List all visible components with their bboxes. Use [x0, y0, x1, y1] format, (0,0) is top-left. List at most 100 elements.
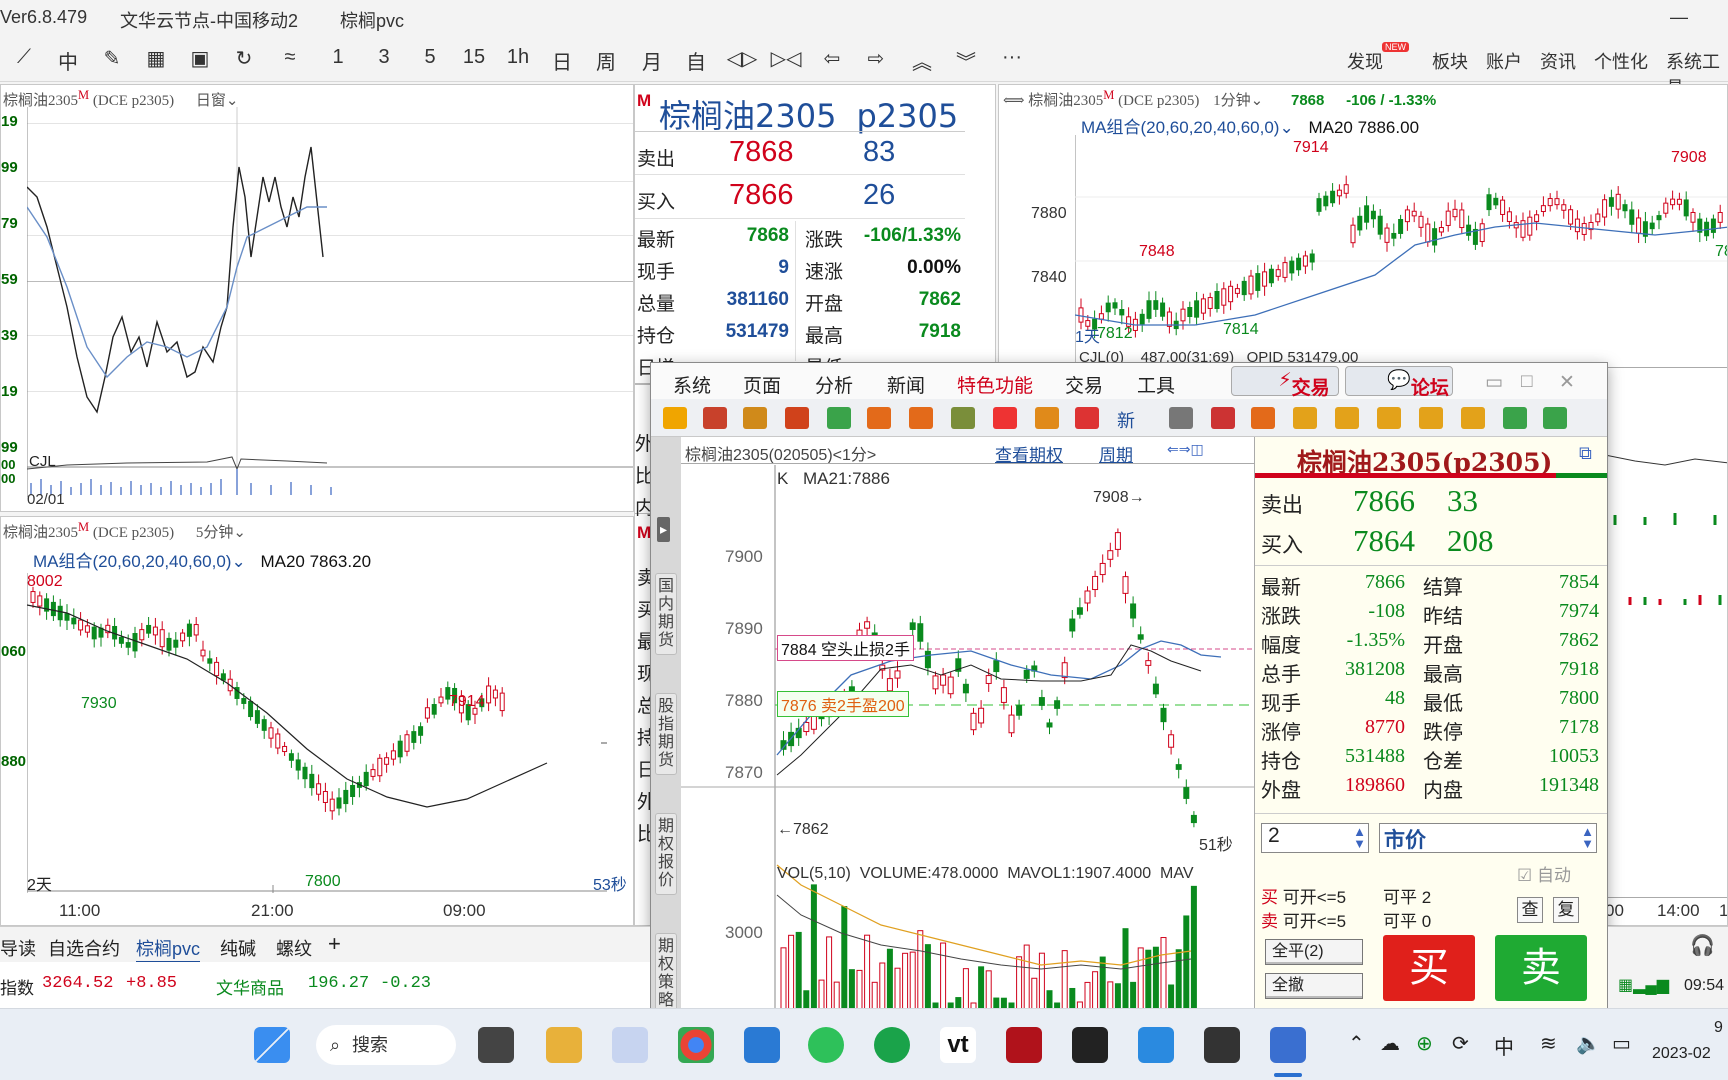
ime-indicator[interactable]: 中	[1494, 1031, 1514, 1060]
menu-trade[interactable]: 交易	[1065, 371, 1103, 398]
buy-button[interactable]: 买	[1383, 935, 1475, 1001]
tab-palm-pvc[interactable]: 棕榈pvc	[136, 935, 201, 963]
tab-options-strategy[interactable]: 期权策略	[655, 933, 677, 1011]
query-button[interactable]: 查	[1517, 897, 1543, 923]
volume-icon[interactable]: 🔈	[1576, 1031, 1601, 1056]
minimize-button[interactable]: —	[1670, 7, 1688, 28]
period-day[interactable]: 日	[544, 46, 580, 75]
compare-icon[interactable]: ≈	[272, 46, 308, 69]
app-icon[interactable]	[612, 1027, 648, 1063]
cloud-icon[interactable]: ☁	[1380, 1031, 1400, 1056]
period-15[interactable]: 15	[456, 46, 492, 69]
zoom-in-icon[interactable]: ◁▷	[724, 46, 760, 71]
arrow-left-icon[interactable]: ⇦	[814, 46, 850, 71]
chrome-icon[interactable]	[678, 1027, 714, 1063]
chevron-down-icon[interactable]: ︾	[948, 46, 984, 75]
tick-icon[interactable]	[1251, 407, 1275, 429]
detach-icon[interactable]: ⧉	[1579, 443, 1592, 464]
cross-icon[interactable]	[1461, 407, 1485, 429]
month-icon[interactable]	[1377, 407, 1401, 429]
menu-system[interactable]: 系统	[673, 371, 711, 398]
pen-icon[interactable]	[993, 407, 1017, 429]
menu-discover[interactable]: 发现	[1347, 48, 1383, 74]
tab-index-futures[interactable]: 股指期货	[655, 693, 677, 775]
clock-date[interactable]: 2023-02	[1652, 1045, 1711, 1063]
tab-soda-ash[interactable]: 纯碱	[220, 935, 256, 961]
candle-icon[interactable]: 中	[50, 46, 86, 75]
draw-icon[interactable]: ✎	[94, 46, 130, 71]
menu-personalize[interactable]: 个性化	[1594, 48, 1648, 74]
task-view-icon[interactable]	[478, 1027, 514, 1063]
app-icon-2[interactable]	[744, 1027, 780, 1063]
window-icon[interactable]	[951, 407, 975, 429]
app-icon-active[interactable]	[1270, 1027, 1306, 1063]
headset-icon[interactable]: 🎧	[1690, 933, 1715, 958]
day-icon[interactable]	[1293, 407, 1317, 429]
arrow-right-icon[interactable]: ⇨	[858, 46, 894, 71]
close-all-button[interactable]: 全平(2)	[1265, 939, 1363, 965]
vt-icon[interactable]: vt	[940, 1027, 976, 1063]
season-icon[interactable]	[1419, 407, 1443, 429]
window-minimize-icon[interactable]: ▭	[1485, 371, 1503, 394]
tab-guide[interactable]: 导读	[0, 935, 36, 961]
tab-watchlist[interactable]: 自选合约	[48, 935, 120, 961]
trade-window[interactable]: 系统 页面 分析 新闻 特色功能 交易 工具 ⚡ 交易 💬 论坛 ▭ □ ✕ 新	[650, 362, 1608, 1012]
save-icon[interactable]: ▣	[182, 46, 218, 71]
period-dropdown[interactable]: 5分钟	[196, 525, 234, 541]
bot-icon[interactable]	[1204, 1027, 1240, 1063]
tray-chevron-icon[interactable]: ⌃	[1348, 1031, 1365, 1056]
grid-icon[interactable]: ▦	[138, 46, 174, 71]
tab-rebar[interactable]: 螺纹	[276, 935, 312, 961]
filter-icon[interactable]	[1075, 407, 1099, 429]
clock-time[interactable]: 9	[1714, 1019, 1723, 1037]
forum-button[interactable]: 💬 论坛	[1345, 366, 1453, 399]
new-icon[interactable]: 新	[1117, 407, 1135, 433]
menu-analysis[interactable]: 分析	[815, 371, 853, 398]
add-tab-button[interactable]: +	[328, 931, 341, 957]
layout-1-icon[interactable]	[1503, 407, 1527, 429]
xm-icon[interactable]	[1072, 1027, 1108, 1063]
period-5[interactable]: 5	[412, 46, 448, 69]
auto-checkbox[interactable]: ☑ 自动	[1517, 861, 1571, 886]
zoom-out-icon[interactable]	[909, 407, 933, 429]
taskbar-search[interactable]: ⌕ 搜索	[316, 1025, 456, 1065]
refresh-icon[interactable]: ↻	[226, 46, 262, 71]
menu-news[interactable]: 资讯	[1540, 48, 1576, 74]
price-type-select[interactable]: 市价 ▲ ▼	[1379, 823, 1597, 853]
window-maximize-icon[interactable]: □	[1521, 371, 1532, 393]
wifi-icon[interactable]: ≋	[1540, 1031, 1557, 1056]
chevron-up-icon[interactable]: ︽	[904, 46, 940, 75]
fm-icon[interactable]	[785, 407, 809, 429]
period-1h[interactable]: 1h	[500, 46, 536, 69]
five-min-chart-panel[interactable]: 棕榈油2305M (DCE p2305) 5分钟⌄ MA组合(20,60,20,…	[0, 516, 634, 926]
chart-nav-icons[interactable]: ⇐⇒◫	[1167, 441, 1204, 458]
buy-price[interactable]: 7864	[1353, 523, 1415, 559]
layout-3-icon[interactable]	[1543, 407, 1567, 429]
quantity-stepper[interactable]: 2 ▲ ▼	[1261, 823, 1369, 853]
home-icon[interactable]	[703, 407, 727, 429]
sell-row[interactable]: 卖出 7868 83	[635, 131, 965, 175]
menu-page[interactable]: 页面	[743, 371, 781, 398]
app-icon-3[interactable]	[874, 1027, 910, 1063]
expand-icon[interactable]: ▸	[657, 517, 671, 542]
sell-button[interactable]: 卖	[1495, 935, 1587, 1001]
line-chart-icon[interactable]: ⟋	[6, 46, 42, 69]
sell-price[interactable]: 7866	[1353, 483, 1415, 519]
menu-news[interactable]: 新闻	[887, 371, 925, 398]
zoom-in-icon[interactable]	[867, 407, 891, 429]
tab-domestic-futures[interactable]: 国内期货	[655, 573, 677, 655]
period-custom[interactable]: 自	[678, 46, 714, 75]
back-icon[interactable]	[663, 407, 687, 429]
start-icon[interactable]	[254, 1027, 290, 1063]
profit-label[interactable]: 7876 卖2手盈200	[777, 691, 909, 717]
wh-icon[interactable]	[1006, 1027, 1042, 1063]
period-dropdown[interactable]: 1分钟	[1213, 93, 1251, 109]
file-explorer-icon[interactable]	[546, 1027, 582, 1063]
wechat-icon[interactable]	[808, 1027, 844, 1063]
sync-icon[interactable]: ⟳	[1452, 1031, 1469, 1056]
period-3[interactable]: 3	[366, 46, 402, 69]
zoom-out-icon[interactable]: ▷◁	[768, 46, 804, 71]
table-icon[interactable]	[1169, 407, 1193, 429]
refresh-icon[interactable]	[827, 407, 851, 429]
week-icon[interactable]	[1335, 407, 1359, 429]
